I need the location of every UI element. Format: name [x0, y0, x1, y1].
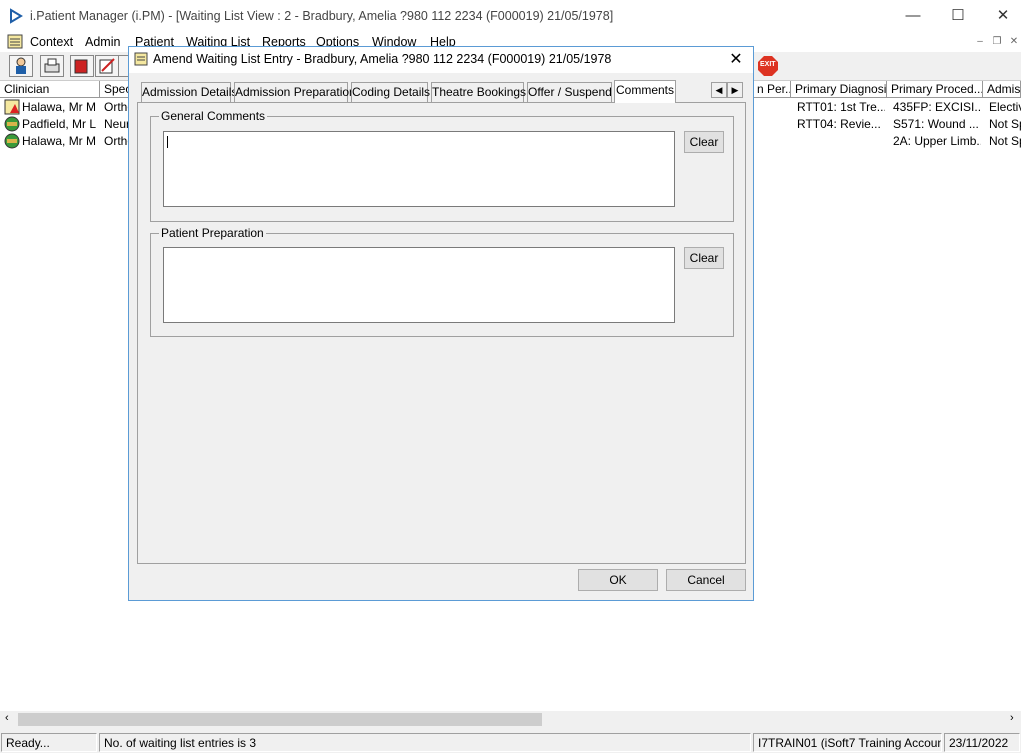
cell-admission: Electiv: [989, 100, 1021, 114]
patient-search-button[interactable]: [9, 55, 33, 77]
column-header-clinician[interactable]: Clinician: [0, 81, 100, 98]
general-comments-field[interactable]: [163, 131, 675, 207]
general-comments-group: General Comments Clear: [150, 109, 734, 222]
book-button[interactable]: [70, 55, 94, 77]
column-header-period[interactable]: n Per...: [753, 81, 791, 98]
person-icon: [16, 57, 26, 74]
patient-preparation-label: Patient Preparation: [159, 226, 266, 240]
maximize-button[interactable]: ☐: [935, 0, 981, 32]
tab-scroll-right-icon[interactable]: ▶: [727, 82, 743, 98]
minimize-button[interactable]: —: [890, 0, 936, 32]
tab-strip: Admission Details Admission Preparation …: [141, 80, 745, 103]
waiting-status-warning-icon: [4, 99, 20, 115]
window-title: i.Patient Manager (i.PM) - [Waiting List…: [30, 9, 614, 23]
clear-general-comments-button[interactable]: Clear: [684, 131, 724, 153]
app-logo-icon: [10, 8, 23, 24]
dialog-document-icon: [134, 52, 148, 66]
cell-diagnosis: [797, 133, 885, 150]
cell-procedure: 435FP: EXCISI...: [893, 100, 981, 114]
tab-admission-details[interactable]: Admission Details: [141, 82, 237, 102]
tab-admission-preparation[interactable]: Admission Preparation: [234, 82, 356, 102]
cell-admission: Not Sp: [989, 117, 1021, 131]
status-bar: Ready... No. of waiting list entries is …: [0, 732, 1021, 753]
ok-button[interactable]: OK: [578, 569, 658, 591]
tab-theatre-bookings[interactable]: Theatre Bookings: [431, 82, 526, 102]
tab-offer-suspend[interactable]: Offer / Suspend: [527, 82, 612, 102]
tab-scroll-left-icon[interactable]: ◀: [711, 82, 727, 98]
column-header-admission[interactable]: Admiss: [983, 81, 1021, 98]
waiting-status-globe-icon: [4, 133, 20, 149]
dialog-title-bar: Amend Waiting List Entry - Bradbury, Ame…: [129, 47, 753, 73]
exit-label: EXIT: [760, 61, 776, 68]
dialog-title: Amend Waiting List Entry - Bradbury, Ame…: [153, 52, 612, 66]
pencil-edit-icon: [99, 58, 115, 74]
status-ready: Ready...: [1, 733, 97, 752]
cell-diagnosis: RTT01: 1st Tre...: [797, 100, 885, 114]
cell-spec: Neur: [104, 117, 130, 131]
amend-waiting-list-dialog: Amend Waiting List Entry - Bradbury, Ame…: [128, 46, 754, 601]
scroll-left-icon[interactable]: ‹: [5, 712, 9, 724]
cell-clinician: Halawa, Mr M: [22, 100, 97, 114]
dialog-close-button[interactable]: ✕: [719, 47, 753, 73]
exit-button[interactable]: EXIT: [757, 55, 779, 77]
tab-comments[interactable]: Comments: [614, 80, 676, 103]
printer-icon: [44, 58, 60, 73]
cell-spec: Ortho: [104, 134, 130, 148]
mdi-close-button[interactable]: ✕: [1007, 35, 1021, 48]
status-entry-count: No. of waiting list entries is 3: [99, 733, 751, 752]
scroll-right-icon[interactable]: ›: [1010, 712, 1014, 724]
comments-tab-panel: General Comments Clear Patient Preparati…: [137, 102, 746, 564]
mdi-restore-button[interactable]: ❐: [990, 35, 1004, 48]
title-bar: i.Patient Manager (i.PM) - [Waiting List…: [0, 0, 1021, 32]
waiting-status-globe-icon: [4, 116, 20, 132]
cell-procedure: 2A: Upper Limb...: [893, 134, 981, 148]
cell-clinician: Halawa, Mr M: [22, 134, 97, 148]
close-window-button[interactable]: ✕: [980, 0, 1021, 32]
status-account: I7TRAIN01 (iSoft7 Training Account): [753, 733, 942, 752]
cell-clinician: Padfield, Mr L: [22, 117, 97, 131]
edit-button[interactable]: [95, 55, 119, 77]
tab-coding-details[interactable]: Coding Details: [351, 82, 430, 102]
column-header-primary-procedure[interactable]: Primary Proced...: [887, 81, 983, 98]
document-icon[interactable]: [7, 34, 23, 49]
horizontal-scrollbar[interactable]: ‹ ›: [0, 711, 1021, 728]
patient-preparation-field[interactable]: [163, 247, 675, 323]
cell-procedure: S571: Wound ...: [893, 117, 979, 131]
cancel-button[interactable]: Cancel: [666, 569, 746, 591]
menu-admin[interactable]: Admin: [85, 35, 120, 49]
patient-preparation-group: Patient Preparation Clear: [150, 226, 734, 337]
general-comments-label: General Comments: [159, 109, 268, 123]
cell-admission: Not Sp: [989, 134, 1021, 148]
status-date: 23/11/2022: [944, 733, 1020, 752]
clear-patient-preparation-button[interactable]: Clear: [684, 247, 724, 269]
column-header-primary-diagnosis[interactable]: Primary Diagnosis: [791, 81, 887, 98]
scrollbar-thumb[interactable]: [18, 713, 542, 726]
menu-context[interactable]: Context: [30, 35, 73, 49]
cell-diagnosis: RTT04: Revie...: [797, 117, 881, 131]
text-caret: [167, 136, 168, 148]
cell-spec: Ortho: [104, 100, 130, 114]
mdi-minimize-button[interactable]: –: [973, 35, 987, 48]
book-icon: [74, 59, 88, 74]
print-button[interactable]: [40, 55, 64, 77]
